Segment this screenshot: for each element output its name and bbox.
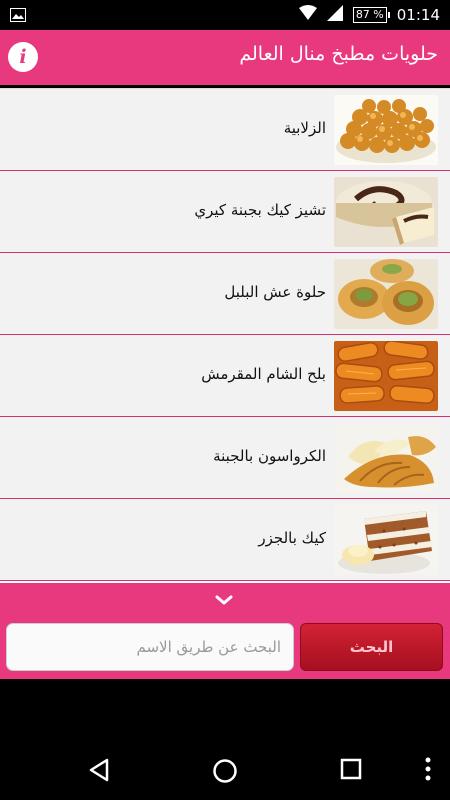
list-item[interactable]: حلوة عش البلبل: [0, 253, 450, 335]
list-item-label: بلح الشام المقرمش: [201, 365, 326, 383]
list-item-label: الكرواسون بالجبنة: [213, 447, 326, 465]
home-icon[interactable]: [212, 758, 238, 788]
app-header: i حلويات مطبخ منال العالم: [0, 30, 450, 85]
overflow-menu-icon[interactable]: [425, 756, 431, 786]
birds-nest-thumbnail: [334, 259, 438, 329]
list-item[interactable]: الكرواسون بالجبنة: [0, 417, 450, 499]
recipe-list[interactable]: الزلابية تشيز كيك بجبنة كيري حلوة عش الب…: [0, 88, 450, 583]
croissant-thumbnail: [334, 423, 438, 493]
list-item[interactable]: الزلابية: [0, 88, 450, 171]
navigation-bar: [0, 740, 450, 800]
balah-el-sham-thumbnail: [334, 341, 438, 411]
search-button[interactable]: البحث: [300, 623, 443, 671]
list-item-label: تشيز كيك بجبنة كيري: [194, 201, 326, 219]
gallery-notification-icon: [10, 7, 26, 26]
list-item-label: الزلابية: [283, 119, 326, 137]
recent-apps-icon[interactable]: [340, 758, 362, 784]
back-icon[interactable]: [88, 758, 110, 786]
status-bar: 87 % 01:14: [0, 0, 450, 30]
cheesecake-thumbnail: [334, 177, 438, 247]
list-item[interactable]: كيك بالجزر: [0, 499, 450, 581]
list-item[interactable]: تشيز كيك بجبنة كيري: [0, 171, 450, 253]
search-bar: البحث: [0, 616, 450, 679]
list-item[interactable]: بلح الشام المقرمش: [0, 335, 450, 417]
signal-icon: [326, 5, 343, 25]
page-title: حلويات مطبخ منال العالم: [239, 43, 438, 65]
battery-icon: 87 %: [352, 7, 390, 23]
list-item-label: كيك بالجزر: [258, 529, 326, 547]
wifi-icon: [298, 5, 317, 25]
chevron-down-icon[interactable]: [214, 591, 234, 610]
zalabia-thumbnail: [334, 95, 438, 165]
search-input[interactable]: [6, 623, 294, 671]
carrot-cake-thumbnail: [334, 505, 438, 575]
list-item-label: حلوة عش البلبل: [224, 283, 326, 301]
info-icon[interactable]: i: [8, 42, 38, 72]
load-more-bar[interactable]: [0, 583, 450, 618]
clock: 01:14: [396, 6, 440, 24]
